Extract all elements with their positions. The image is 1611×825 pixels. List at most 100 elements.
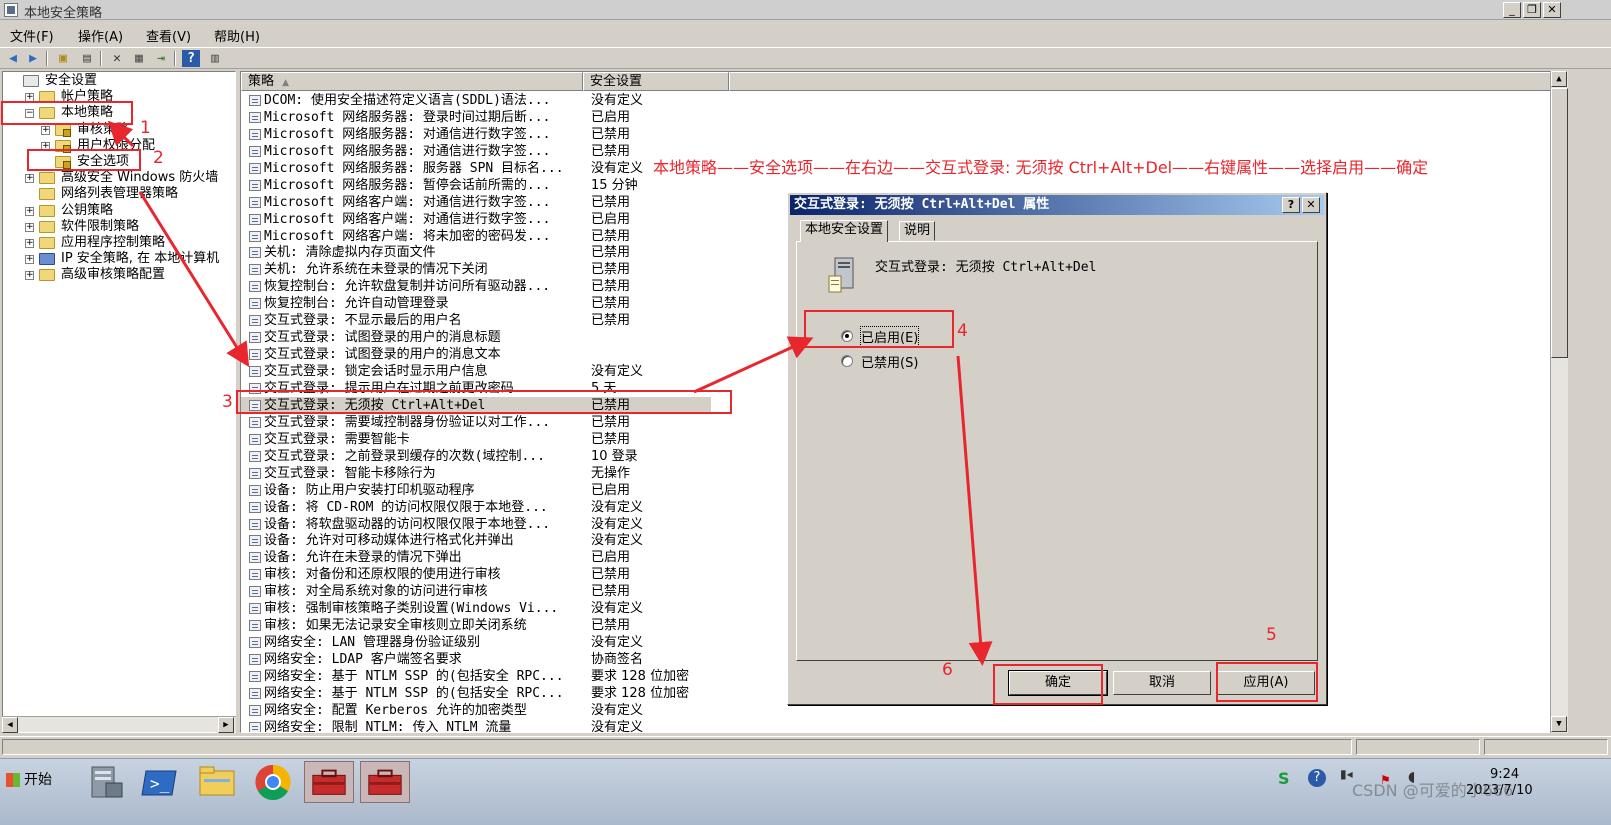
- tree-horizontal-scrollbar[interactable]: ◀ ▶: [2, 716, 236, 733]
- policy-row[interactable]: 网络安全: 基于 NTLM SSP 的(包括安全 RPC... 要求 128 位加…: [241, 685, 711, 702]
- scroll-left-icon[interactable]: ◀: [2, 717, 18, 733]
- file-explorer-icon[interactable]: [192, 761, 242, 803]
- scroll-up-icon[interactable]: ▲: [1551, 71, 1567, 87]
- policy-icon: [249, 315, 261, 327]
- folder-icon: [39, 204, 55, 217]
- help-icon[interactable]: ?: [182, 50, 200, 67]
- toolbox-icon[interactable]: [360, 761, 410, 803]
- close-button[interactable]: ✕: [1543, 2, 1561, 18]
- scroll-right-icon[interactable]: ▶: [218, 717, 234, 733]
- toolbar-separator: [174, 51, 176, 66]
- policy-icon: [249, 128, 261, 140]
- back-icon[interactable]: ◀: [4, 50, 22, 67]
- dialog-close-button[interactable]: ✕: [1302, 197, 1320, 213]
- policy-row[interactable]: 设备: 将软盘驱动器的访问权限仅限于本地登... 没有定义: [241, 516, 711, 533]
- policy-row[interactable]: 审核: 如果无法记录安全审核则立即关闭系统 已禁用: [241, 617, 711, 634]
- expand-icon[interactable]: +: [25, 239, 34, 248]
- policy-row[interactable]: 网络安全: 基于 NTLM SSP 的(包括安全 RPC... 要求 128 位加…: [241, 668, 711, 685]
- minimize-button[interactable]: _: [1503, 2, 1521, 18]
- export-list-icon[interactable]: ⇥: [152, 50, 170, 67]
- policy-row[interactable]: Microsoft 网络服务器: 服务器 SPN 目标名... 没有定义: [241, 160, 711, 177]
- show-hide-tree-icon[interactable]: ▤: [78, 50, 96, 67]
- policy-row[interactable]: Microsoft 网络客户端: 对通信进行数字签... 已启用: [241, 211, 711, 228]
- expand-icon[interactable]: +: [25, 271, 34, 281]
- policy-row[interactable]: 网络安全: 限制 NTLM: 传入 NTLM 流量 没有定义: [241, 719, 711, 732]
- policy-row[interactable]: Microsoft 网络服务器: 对通信进行数字签... 已禁用: [241, 143, 711, 160]
- list-vertical-scrollbar[interactable]: ▲ ▼: [1550, 71, 1568, 733]
- menu-help[interactable]: 帮助(H): [214, 26, 260, 45]
- expand-icon[interactable]: +: [25, 206, 34, 216]
- view-icon[interactable]: ▥: [206, 50, 224, 67]
- policy-row[interactable]: 恢复控制台: 允许自动管理登录 已禁用: [241, 295, 711, 312]
- policy-row[interactable]: 设备: 允许在未登录的情况下弹出 已启用: [241, 549, 711, 566]
- policy-row[interactable]: 网络安全: 配置 Kerberos 允许的加密类型 没有定义: [241, 702, 711, 719]
- policy-name: 网络安全: LDAP 客户端签名要求: [264, 652, 462, 668]
- expand-icon[interactable]: +: [41, 125, 50, 135]
- expand-icon[interactable]: +: [25, 255, 34, 265]
- policy-row[interactable]: 关机: 允许系统在未登录的情况下关闭 已禁用: [241, 261, 711, 278]
- policy-row[interactable]: 审核: 对全局系统对象的访问进行审核 已禁用: [241, 583, 711, 600]
- forward-icon[interactable]: ▶: [24, 50, 42, 67]
- policy-name: 设备: 将软盘驱动器的访问权限仅限于本地登...: [264, 516, 551, 532]
- policy-row[interactable]: Microsoft 网络服务器: 暂停会话前所需的... 15 分钟: [241, 177, 711, 194]
- window-title: 本地安全策略: [24, 6, 103, 21]
- toolbox-icon[interactable]: [304, 761, 354, 803]
- tab-local-security-setting[interactable]: 本地安全设置: [800, 220, 889, 242]
- policy-row[interactable]: 交互式登录: 需要域控制器身份验证以对工作... 已禁用: [241, 414, 711, 431]
- cancel-button[interactable]: 取消: [1113, 671, 1211, 695]
- menu-file[interactable]: 文件(F): [10, 26, 54, 45]
- tray-help-icon[interactable]: ?: [1308, 769, 1326, 787]
- column-header-policy[interactable]: 策略 ▲: [241, 72, 583, 91]
- folder-icon: [39, 237, 55, 249]
- policy-row[interactable]: Microsoft 网络客户端: 将未加密的密码发... 已禁用: [241, 228, 711, 245]
- policy-row[interactable]: 交互式登录: 不显示最后的用户名 已禁用: [241, 312, 711, 329]
- menu-view[interactable]: 查看(V): [146, 26, 191, 45]
- tree-node-label: 高级安全 Windows 防火墙: [61, 170, 219, 186]
- policy-row[interactable]: 交互式登录: 需要智能卡 已禁用: [241, 431, 711, 448]
- policy-row[interactable]: 交互式登录: 智能卡移除行为 无操作: [241, 465, 711, 482]
- tab-explain[interactable]: 说明: [899, 221, 936, 241]
- scroll-down-icon[interactable]: ▼: [1551, 716, 1567, 732]
- policy-row[interactable]: Microsoft 网络服务器: 对通信进行数字签... 已禁用: [241, 126, 711, 143]
- policy-row[interactable]: DCOM: 使用安全描述符定义语言(SDDL)语法... 没有定义: [241, 92, 711, 109]
- policy-row[interactable]: 网络安全: LDAP 客户端签名要求 协商签名: [241, 651, 711, 668]
- scroll-thumb[interactable]: [1551, 88, 1568, 358]
- policy-row[interactable]: 审核: 强制审核策略子类别设置(Windows Vi... 没有定义: [241, 600, 711, 617]
- column-header-setting[interactable]: 安全设置: [583, 72, 729, 91]
- policy-row[interactable]: Microsoft 网络客户端: 对通信进行数字签... 已禁用: [241, 194, 711, 211]
- properties-icon[interactable]: ▦: [130, 50, 148, 67]
- radio-disabled-label[interactable]: 已禁用(S): [861, 352, 918, 371]
- policy-row[interactable]: 交互式登录: 锁定会话时显示用户信息 没有定义: [241, 363, 711, 380]
- chrome-icon[interactable]: [248, 761, 298, 803]
- restore-button[interactable]: ❐: [1523, 2, 1541, 18]
- annotation-box-2: [27, 149, 141, 171]
- radio-disabled[interactable]: [841, 355, 853, 367]
- up-folder-icon[interactable]: ▣: [54, 50, 72, 67]
- server-manager-icon[interactable]: [80, 761, 130, 803]
- delete-icon[interactable]: ✕: [108, 50, 126, 67]
- tray-network-icon[interactable]: ▮◂: [1340, 767, 1353, 781]
- folder-icon: [39, 220, 55, 233]
- policy-row[interactable]: 交互式登录: 之前登录到缓存的次数(域控制... 10 登录: [241, 448, 711, 465]
- policy-row[interactable]: 交互式登录: 试图登录的用户的消息标题: [241, 329, 711, 346]
- policy-row[interactable]: 设备: 允许对可移动媒体进行格式化并弹出 没有定义: [241, 532, 711, 549]
- policy-row[interactable]: Microsoft 网络服务器: 登录时间过期后断... 已启用: [241, 109, 711, 126]
- menu-action[interactable]: 操作(A): [78, 26, 123, 45]
- policy-row[interactable]: 审核: 对备份和还原权限的使用进行审核 已禁用: [241, 566, 711, 583]
- policy-row[interactable]: 交互式登录: 试图登录的用户的消息文本: [241, 346, 711, 363]
- expand-icon[interactable]: +: [25, 222, 34, 232]
- policy-row[interactable]: 关机: 清除虚拟内存页面文件 已禁用: [241, 244, 711, 261]
- policy-row[interactable]: 网络安全: LAN 管理器身份验证级别 没有定义: [241, 634, 711, 651]
- powershell-icon[interactable]: >_: [136, 761, 186, 803]
- start-button[interactable]: 开始: [2, 765, 58, 795]
- policy-row[interactable]: 恢复控制台: 允许软盘复制并访问所有驱动器... 已禁用: [241, 278, 711, 295]
- policy-row[interactable]: 设备: 防止用户安装打印机驱动程序 已启用: [241, 482, 711, 499]
- expand-icon[interactable]: +: [25, 174, 34, 184]
- tray-app-icon[interactable]: S: [1278, 769, 1290, 788]
- policy-row[interactable]: 设备: 将 CD-ROM 的访问权限仅限于本地登... 没有定义: [241, 499, 711, 516]
- ip-security-icon: [39, 253, 55, 266]
- policy-setting: 已禁用: [591, 262, 631, 278]
- dialog-help-button[interactable]: ?: [1282, 197, 1300, 213]
- policy-setting: 没有定义: [591, 364, 644, 380]
- policy-icon: [249, 230, 261, 242]
